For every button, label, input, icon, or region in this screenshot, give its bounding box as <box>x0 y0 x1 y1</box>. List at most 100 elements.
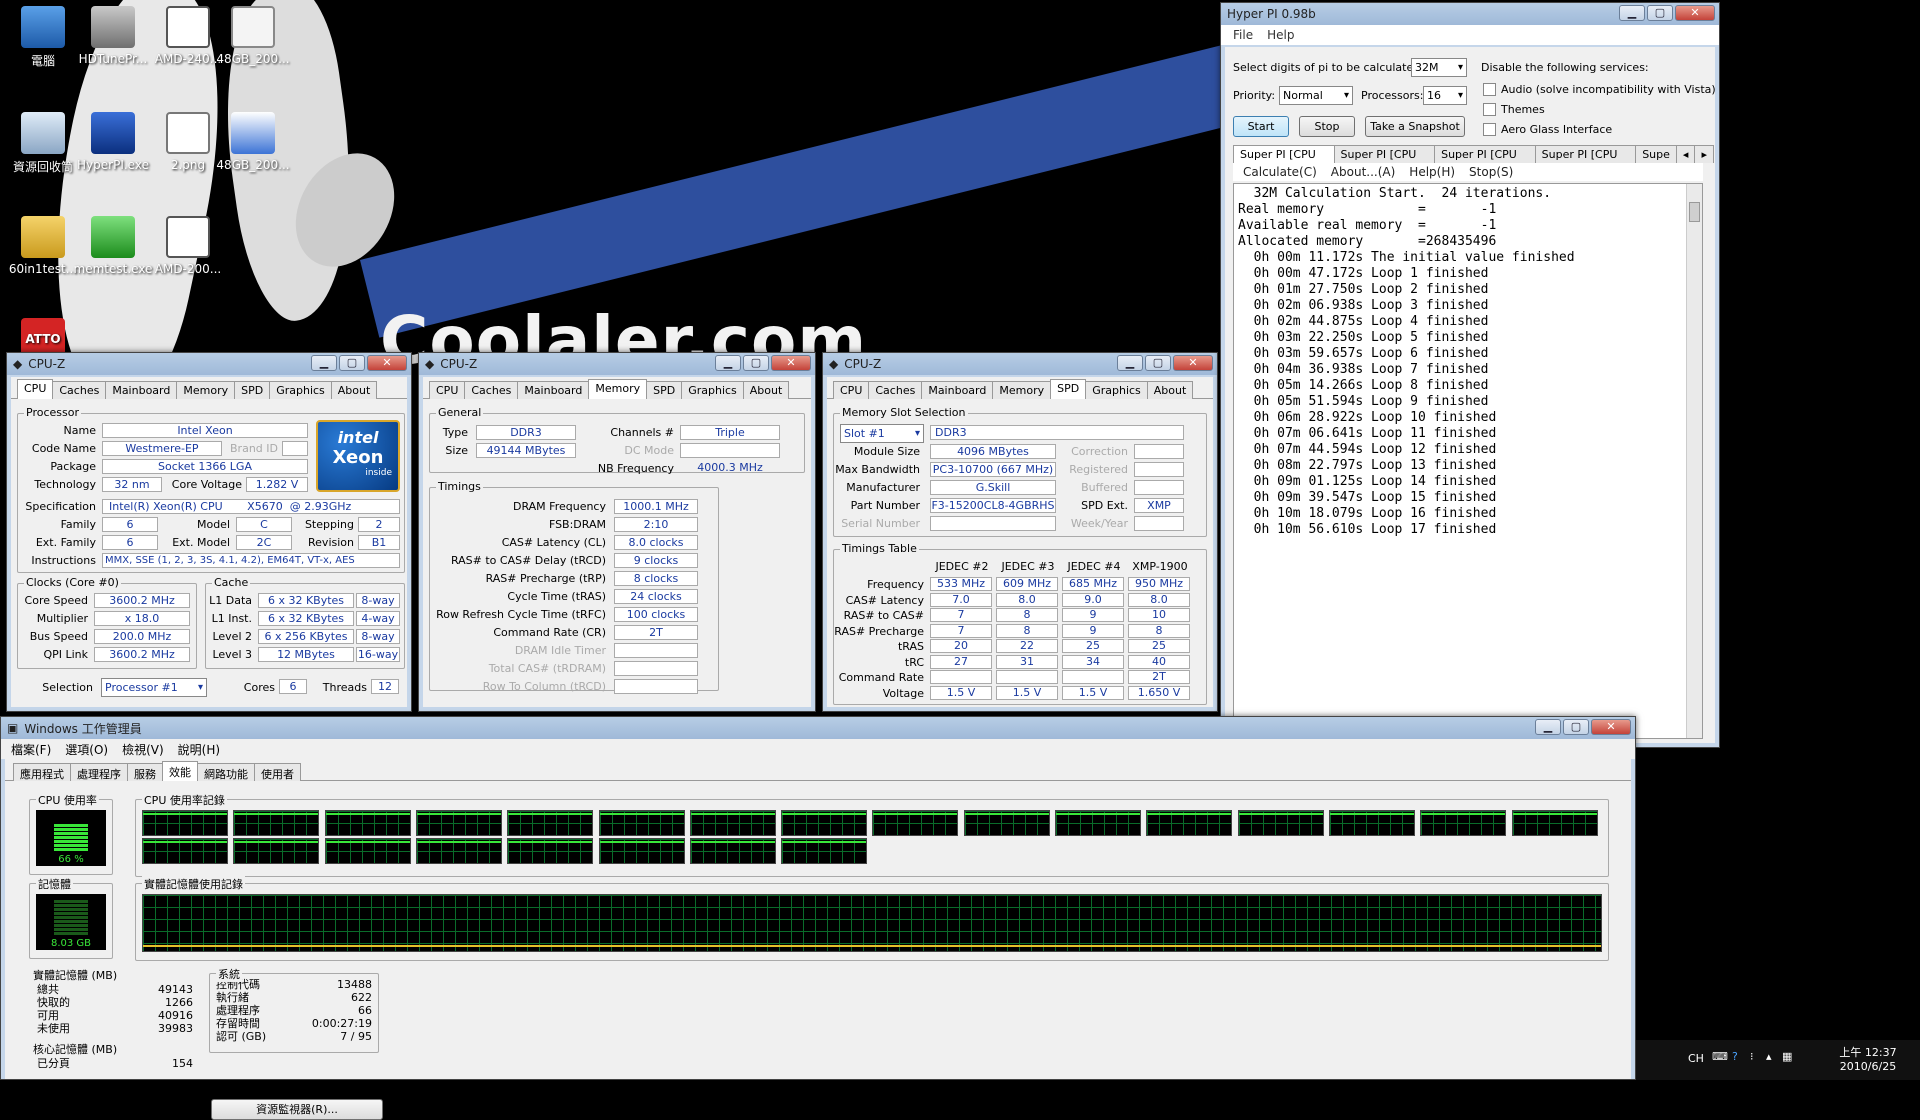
tab-mainboard[interactable]: Mainboard <box>921 381 994 399</box>
menu-file[interactable]: File <box>1233 28 1253 42</box>
tab-users[interactable]: 使用者 <box>254 763 301 781</box>
tab-about[interactable]: About <box>1146 381 1194 399</box>
title-bar[interactable]: Hyper PI 0.98b ▁ ▢ ✕ <box>1221 3 1719 25</box>
close-button[interactable]: ✕ <box>1173 355 1213 371</box>
manufacturer-value: G.Skill <box>930 480 1056 495</box>
desktop-icon-48gb-2[interactable]: 48GB_200... <box>210 112 296 172</box>
clock-time[interactable]: 上午 12:37 <box>1828 1044 1908 1060</box>
tab-services[interactable]: 服務 <box>127 763 163 781</box>
minimize-button[interactable]: ▁ <box>1535 719 1561 735</box>
tab-cpu[interactable]: CPU <box>429 381 466 399</box>
tab-applications[interactable]: 應用程式 <box>13 763 71 781</box>
tab-spd[interactable]: SPD <box>1050 379 1087 399</box>
title-bar[interactable]: ▣ Windows 工作管理員 ▁ ▢ ✕ <box>1 717 1635 739</box>
hyperpi-window[interactable]: Hyper PI 0.98b ▁ ▢ ✕ File Help Select digi… <box>1220 2 1720 748</box>
tab-spd[interactable]: SPD <box>646 381 683 399</box>
title-bar[interactable]: ◆ CPU-Z ▁ ▢ ✕ <box>7 353 411 375</box>
tab-caches[interactable]: Caches <box>52 381 107 399</box>
cpuz-window-cpu[interactable]: ◆ CPU-Z ▁ ▢ ✕ CPU Caches Mainboard Memory S… <box>6 352 412 712</box>
resource-monitor-button[interactable]: 資源監視器(R)... <box>211 1099 383 1120</box>
title-bar[interactable]: ◆ CPU-Z ▁ ▢ ✕ <box>823 353 1217 375</box>
start-button[interactable]: Start <box>1233 116 1289 137</box>
tab-memory[interactable]: Memory <box>992 381 1052 399</box>
menu-about[interactable]: About...(A) <box>1331 165 1396 179</box>
log-output[interactable]: 32M Calculation Start. 24 iterations. Rea… <box>1233 183 1703 739</box>
menu-stop[interactable]: Stop(S) <box>1469 165 1513 179</box>
themes-checkbox[interactable] <box>1483 103 1496 116</box>
slot-select[interactable]: Slot #1 <box>840 424 924 443</box>
show-hidden-icon[interactable]: ▴ <box>1766 1050 1772 1063</box>
tab-scroll-right[interactable]: ▸ <box>1694 145 1714 163</box>
close-button[interactable]: ✕ <box>367 355 407 371</box>
title-bar[interactable]: ◆ CPU-Z ▁ ▢ ✕ <box>419 353 815 375</box>
tab-cpu[interactable]: CPU <box>17 379 54 399</box>
close-button[interactable]: ✕ <box>1675 5 1715 21</box>
menu-file[interactable]: 檔案(F) <box>11 741 51 758</box>
maximize-button[interactable]: ▢ <box>1563 719 1589 735</box>
clock-date[interactable]: 2010/6/25 <box>1828 1060 1908 1073</box>
maximize-button[interactable]: ▢ <box>1647 5 1673 21</box>
menu-help[interactable]: 說明(H) <box>178 741 220 758</box>
tab-processes[interactable]: 處理程序 <box>70 763 128 781</box>
tab-cpu4[interactable]: Supe <box>1635 145 1677 163</box>
digits-select[interactable]: 32M <box>1411 58 1467 77</box>
minimize-button[interactable]: ▁ <box>1117 355 1143 371</box>
minimize-button[interactable]: ▁ <box>311 355 337 371</box>
tab-cpu2[interactable]: Super PI [CPU #2] <box>1434 145 1536 174</box>
maximize-button[interactable]: ▢ <box>1145 355 1171 371</box>
tab-cpu[interactable]: CPU <box>833 381 870 399</box>
cpuz-window-memory[interactable]: ◆ CPU-Z ▁ ▢ ✕ CPU Caches Mainboard Memory S… <box>418 352 816 712</box>
scroll-thumb[interactable] <box>1689 202 1700 222</box>
tab-caches[interactable]: Caches <box>464 381 519 399</box>
close-button[interactable]: ✕ <box>1591 719 1631 735</box>
options-icon[interactable]: ⁝ <box>1750 1050 1754 1063</box>
stop-button[interactable]: Stop <box>1299 116 1355 137</box>
snapshot-button[interactable]: Take a Snapshot <box>1365 116 1465 137</box>
desktop-icon-hyperpi[interactable]: HyperPI.exe <box>70 112 156 172</box>
processors-select[interactable]: 16 <box>1423 86 1467 105</box>
desktop-icon-memtest[interactable]: memtest.exe <box>70 216 156 276</box>
tab-mainboard[interactable]: Mainboard <box>517 381 590 399</box>
tab-cpu3[interactable]: Super PI [CPU #3] <box>1534 145 1637 174</box>
maximize-button[interactable]: ▢ <box>743 355 769 371</box>
menu-help[interactable]: Help <box>1267 28 1294 42</box>
threads-label: Threads <box>322 681 367 694</box>
aero-checkbox[interactable] <box>1483 123 1496 136</box>
minimize-button[interactable]: ▁ <box>1619 5 1645 21</box>
tab-scroll-left[interactable]: ◂ <box>1675 145 1696 163</box>
audio-checkbox[interactable] <box>1483 83 1496 96</box>
desktop-icon-hdtune[interactable]: HDTunePr... <box>70 6 156 66</box>
menu-view[interactable]: 檢視(V) <box>122 741 164 758</box>
tab-networking[interactable]: 網路功能 <box>197 763 255 781</box>
taskmgr-window[interactable]: ▣ Windows 工作管理員 ▁ ▢ ✕ 檔案(F) 選項(O) 檢視(V) 說明(… <box>0 716 1636 1120</box>
maximize-button[interactable]: ▢ <box>339 355 365 371</box>
tab-memory[interactable]: Memory <box>588 379 648 399</box>
tab-graphics[interactable]: Graphics <box>269 381 332 399</box>
tab-graphics[interactable]: Graphics <box>1085 381 1148 399</box>
cpuz-window-spd[interactable]: ◆ CPU-Z ▁ ▢ ✕ CPU Caches Mainboard Memory S… <box>822 352 1218 712</box>
desktop-icon-amd200[interactable]: AMD-200... <box>145 216 231 276</box>
desktop-icon-48gb[interactable]: 48GB_200... <box>210 6 296 66</box>
menu-calculate[interactable]: Calculate(C) <box>1243 165 1317 179</box>
help-icon[interactable]: ? <box>1732 1050 1738 1063</box>
tab-cpu1[interactable]: Super PI [CPU #1] <box>1333 145 1436 174</box>
tab-about[interactable]: About <box>742 381 790 399</box>
language-indicator[interactable]: CH <box>1688 1052 1704 1065</box>
tab-about[interactable]: About <box>330 381 378 399</box>
network-icon[interactable]: ▦ <box>1782 1050 1792 1063</box>
tab-memory[interactable]: Memory <box>176 381 236 399</box>
tab-cpu0[interactable]: Super PI [CPU #0] <box>1233 145 1335 174</box>
menu-help[interactable]: Help(H) <box>1409 165 1455 179</box>
close-button[interactable]: ✕ <box>771 355 811 371</box>
tab-spd[interactable]: SPD <box>234 381 271 399</box>
keyboard-icon[interactable]: ⌨ <box>1712 1050 1728 1063</box>
tab-caches[interactable]: Caches <box>868 381 923 399</box>
processor-select[interactable]: Processor #1 <box>101 678 207 697</box>
priority-select[interactable]: Normal <box>1279 86 1353 105</box>
tab-graphics[interactable]: Graphics <box>681 381 744 399</box>
tab-performance[interactable]: 效能 <box>162 761 198 781</box>
minimize-button[interactable]: ▁ <box>715 355 741 371</box>
log-scrollbar[interactable] <box>1686 184 1702 738</box>
menu-options[interactable]: 選項(O) <box>65 741 108 758</box>
tab-mainboard[interactable]: Mainboard <box>105 381 178 399</box>
